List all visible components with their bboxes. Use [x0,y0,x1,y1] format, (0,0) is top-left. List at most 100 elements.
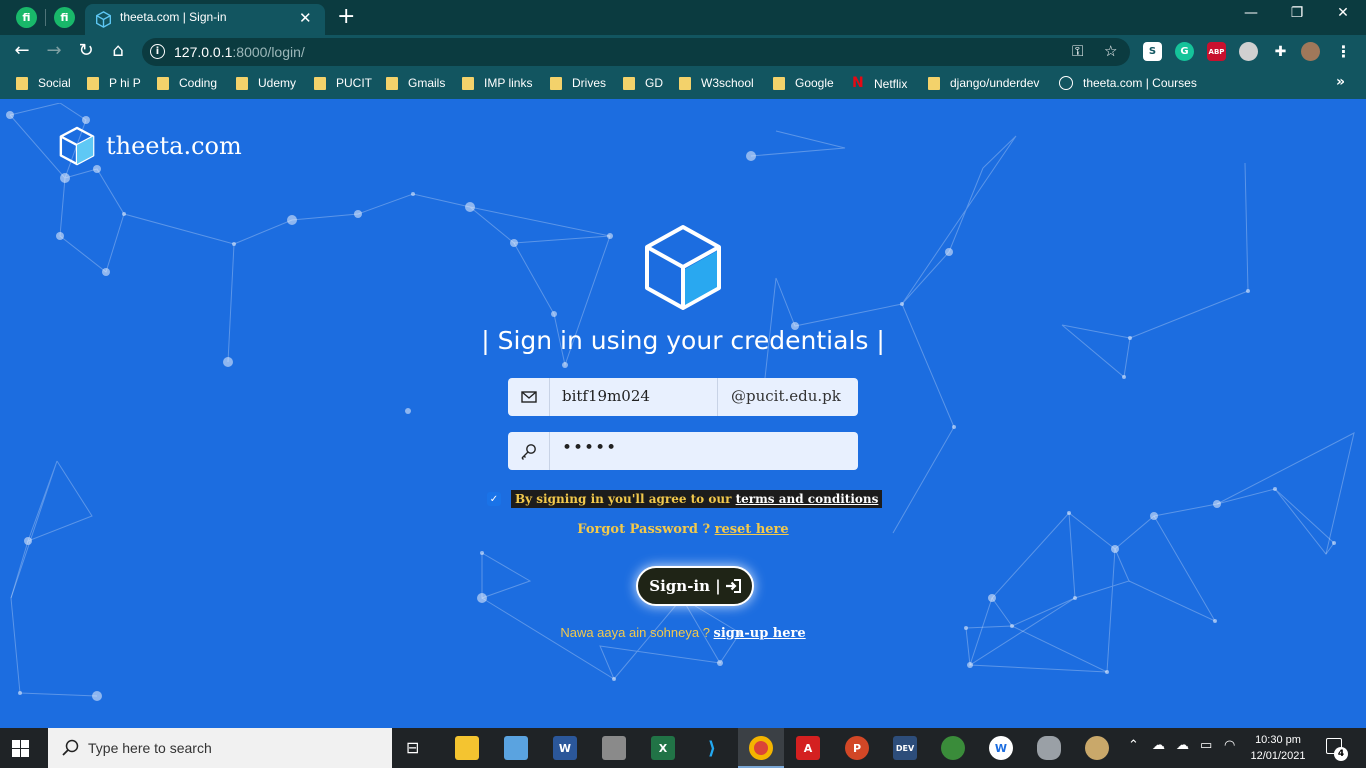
folder-icon [623,76,635,90]
cloud-sync-icon[interactable]: ☁ [1152,738,1165,753]
restore-button[interactable]: ❐ [1277,5,1317,21]
database-icon[interactable] [1037,736,1061,760]
folder-icon [386,76,398,90]
sign-in-icon [725,579,741,593]
login-page: theeta.com | Sign in using your credenti… [0,103,1366,728]
cube-icon [645,225,721,310]
task-view-icon[interactable]: ⊟ [406,738,419,757]
key-icon[interactable]: ⚿ [1072,42,1083,60]
idm-icon[interactable] [941,736,965,760]
chevron-up-icon[interactable]: ⌃ [1128,738,1139,753]
tab-title: theeta.com | Sign-in [120,10,227,24]
folder-icon [928,76,940,90]
cloud-icon[interactable]: ☁ [1176,738,1189,753]
battery-icon[interactable]: ▭ [1200,738,1212,753]
bookmark-social[interactable]: Social [16,76,71,90]
folder-icon [462,76,474,90]
bookmark-phip[interactable]: P hi P [87,76,141,90]
menu-icon[interactable]: ⋮ [1334,42,1353,61]
sign-in-button[interactable]: Sign-in | [636,566,754,606]
bookmark-coding[interactable]: Coding [157,76,217,90]
clock[interactable]: 10:30 pm 12/01/2021 [1248,732,1308,764]
vscode-icon[interactable]: ⟩ [700,736,724,760]
photos-icon[interactable] [602,736,626,760]
star-icon[interactable]: ☆ [1104,42,1117,60]
email-field[interactable]: bitf19m024 @pucit.edu.pk [508,378,858,416]
bookmark-django-underdev[interactable]: django/underdev [928,76,1039,90]
paint-icon[interactable] [1085,736,1109,760]
email-addon [508,378,550,416]
tab-separator [45,9,46,26]
search-placeholder: Type here to search [88,740,212,756]
cube-icon [96,11,111,28]
password-field[interactable]: ••••• [508,432,858,470]
cube-icon [59,126,95,166]
pinned-tab-1[interactable]: fi [16,7,37,28]
password-input[interactable]: ••••• [562,438,617,458]
excel-icon[interactable]: X [651,736,675,760]
puzzle-icon[interactable]: ✚ [1271,42,1290,61]
pinned-tab-2[interactable]: fi [54,7,75,28]
file-explorer-icon[interactable] [455,736,479,760]
brand-name: theeta.com [106,132,242,160]
folder-icon [550,76,562,90]
close-tab-icon[interactable]: ✕ [299,9,312,27]
wifi-icon[interactable]: ◠ [1224,738,1235,753]
back-button[interactable]: ← [9,40,35,61]
extension-circle-icon[interactable] [1239,42,1258,61]
browser-toolbar: ← → ↻ ⌂ i 127.0.0.1:8000/login/ ⚿ ☆ S G … [0,35,1366,69]
forward-button[interactable]: → [41,40,67,61]
browser-tab-strip: fi fi theeta.com | Sign-in ✕ + — ❐ ✕ [0,0,1366,35]
extension-s-icon[interactable]: S [1143,42,1162,61]
password-addon [508,432,550,470]
sign-up-link[interactable]: sign-up here [714,626,806,641]
devcpp-icon[interactable]: DEV [893,736,917,760]
more-bookmarks-icon[interactable]: » [1336,74,1345,90]
bookmark-drives[interactable]: Drives [550,76,606,90]
chrome-taskbar-button[interactable] [738,728,784,768]
page-title: | Sign in using your credentials | [481,326,885,355]
windows-start-icon[interactable] [12,740,29,757]
taskbar-search[interactable]: Type here to search [48,728,392,768]
bookmark-pucit[interactable]: PUCIT [314,76,372,90]
grammarly-icon[interactable]: G [1175,42,1194,61]
bookmark-google[interactable]: Google [773,76,834,90]
bookmark-udemy[interactable]: Udemy [236,76,296,90]
taskbar: Type here to search ⊟ W X ⟩ A P DEV W ⌃ … [0,728,1366,768]
adblock-icon[interactable]: ABP [1207,42,1226,61]
powerpoint-icon[interactable]: P [845,736,869,760]
reset-password-link[interactable]: reset here [715,522,789,537]
notification-count: 4 [1334,747,1348,761]
bookmarks-bar: Social P hi P Coding Udemy PUCIT Gmails … [0,69,1366,99]
new-tab-button[interactable]: + [337,4,355,29]
bookmark-netflix[interactable]: N Netflix [852,76,907,91]
bookmark-gmails[interactable]: Gmails [386,76,445,90]
forgot-password: Forgot Password ? reset here [577,522,789,537]
active-tab[interactable]: theeta.com | Sign-in ✕ [85,4,325,35]
close-window-button[interactable]: ✕ [1323,5,1363,21]
word-icon[interactable]: W [553,736,577,760]
terms-checkbox[interactable]: ✓ [487,492,501,506]
site-info-icon[interactable]: i [150,44,165,59]
minimize-button[interactable]: — [1231,5,1271,21]
bookmark-theeta-courses[interactable]: theeta.com | Courses [1059,76,1197,90]
sign-up-prompt: Nawa aaya ain sohneya ? sign-up here [560,625,806,641]
home-button[interactable]: ⌂ [105,40,131,61]
email-input[interactable]: bitf19m024 [562,387,650,405]
app-icon[interactable]: W [989,736,1013,760]
terms-link[interactable]: terms and conditions [736,492,879,506]
address-bar[interactable]: i 127.0.0.1:8000/login/ ⚿ ☆ [142,38,1130,66]
netflix-icon: N [852,75,864,91]
email-domain-suffix: @pucit.edu.pk [717,378,858,416]
bookmark-gd[interactable]: GD [623,76,663,90]
acrobat-icon[interactable]: A [796,736,820,760]
avatar[interactable] [1301,42,1320,61]
control-panel-icon[interactable] [504,736,528,760]
folder-icon [87,76,99,90]
folder-icon [236,76,248,90]
reload-button[interactable]: ↻ [73,40,99,61]
brand-logo[interactable]: theeta.com [58,126,242,166]
folder-icon [157,76,169,90]
bookmark-w3school[interactable]: W3school [679,76,754,90]
bookmark-imp-links[interactable]: IMP links [462,76,532,90]
